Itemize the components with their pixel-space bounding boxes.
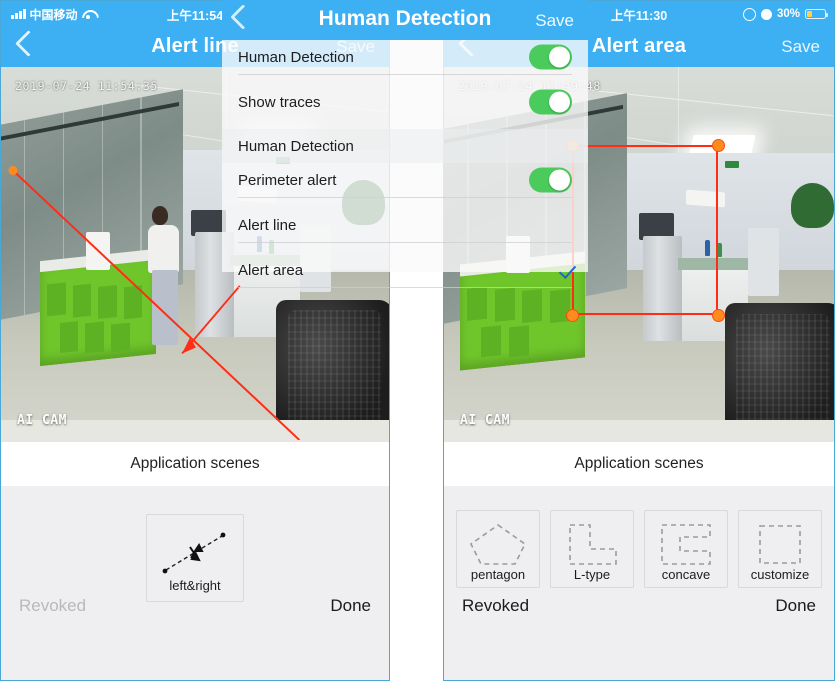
- save-button-right[interactable]: Save: [781, 37, 820, 57]
- scene-card-l-type[interactable]: L-type: [550, 510, 634, 588]
- scene-card-label: left&right: [169, 578, 221, 593]
- overlay-settings-list: Human Detection Show traces Human Detect…: [222, 40, 588, 288]
- area-handle-bottom-left[interactable]: [566, 309, 579, 322]
- settings-row-label: Human Detection: [238, 48, 354, 66]
- scenes-body-right: pentagon L-type concave customize Revoke…: [444, 486, 834, 680]
- toggle-show-traces[interactable]: [529, 89, 572, 115]
- settings-row-show-traces[interactable]: Show traces: [222, 85, 588, 119]
- scene-card-customize[interactable]: customize: [738, 510, 822, 588]
- square-shape-icon: [753, 521, 807, 567]
- scene-card-label: L-type: [573, 567, 611, 582]
- footer-actions-right: Revoked Done: [444, 596, 834, 616]
- bidirectional-line-icon: [158, 525, 232, 578]
- done-button-right[interactable]: Done: [775, 596, 816, 616]
- overlay-save-button[interactable]: Save: [535, 11, 574, 31]
- status-bar-right-group: 30%: [742, 7, 829, 21]
- settings-section-header-human-detection: Human Detection: [222, 129, 588, 163]
- scene-card-label: pentagon: [470, 567, 526, 582]
- revoke-button-right[interactable]: Revoked: [462, 596, 529, 616]
- scene-card-list-left: left&right: [1, 486, 389, 602]
- overlay-nav-bar: Human Detection Save: [222, 0, 588, 40]
- settings-row-label: Alert area: [238, 261, 304, 279]
- scene-card-pentagon[interactable]: pentagon: [456, 510, 540, 588]
- pentagon-shape-icon: [467, 521, 529, 567]
- settings-row-human-detection[interactable]: Human Detection: [222, 40, 588, 74]
- scene-card-label: customize: [750, 567, 810, 582]
- area-handle-bottom-right[interactable]: [712, 309, 725, 322]
- overlay-title: Human Detection: [318, 7, 492, 30]
- battery-percent-label: 30%: [776, 8, 800, 20]
- divider: [238, 287, 572, 288]
- scenes-body-left: left&right Revoked Done: [1, 486, 389, 680]
- checkmark-icon: [558, 261, 577, 279]
- done-button-left[interactable]: Done: [330, 596, 371, 616]
- scenes-title-right: Application scenes: [444, 442, 834, 486]
- footer-actions-left: Revoked Done: [1, 596, 389, 616]
- settings-section-label: Human Detection: [238, 137, 354, 155]
- video-timestamp-left: 2019-07-24 11:54:35: [15, 79, 158, 93]
- watermark-left: AI CAM: [17, 413, 67, 428]
- concave-shape-icon: [656, 521, 716, 567]
- watermark-right: AI CAM: [460, 413, 510, 428]
- settings-row-alert-line[interactable]: Alert line: [222, 208, 588, 242]
- settings-row-alert-area[interactable]: Alert area: [222, 253, 588, 287]
- settings-row-label: Perimeter alert: [238, 171, 337, 189]
- toggle-perimeter-alert[interactable]: [529, 167, 572, 193]
- human-detection-settings-overlay: Human Detection Save Human Detection Sho…: [222, 0, 588, 288]
- scene-card-left-right[interactable]: left&right: [146, 514, 244, 602]
- scene-card-list-right: pentagon L-type concave customize: [444, 486, 834, 588]
- battery-icon: [805, 9, 829, 19]
- scenes-title-left: Application scenes: [1, 442, 389, 486]
- alarm-icon: [760, 8, 772, 20]
- settings-row-label: Show traces: [238, 93, 321, 111]
- scene-card-label: concave: [661, 567, 711, 582]
- revoke-button-left[interactable]: Revoked: [19, 596, 86, 616]
- location-icon: [742, 7, 756, 21]
- alert-area-rectangle[interactable]: [572, 145, 718, 315]
- toggle-human-detection[interactable]: [529, 44, 572, 70]
- settings-row-perimeter-alert[interactable]: Perimeter alert: [222, 163, 588, 197]
- screenshot-stage: 中国移动 上午11:54 Alert line Save: [0, 0, 835, 681]
- area-handle-top-right[interactable]: [712, 139, 725, 152]
- scene-card-concave[interactable]: concave: [644, 510, 728, 588]
- l-shape-icon: [562, 521, 622, 567]
- settings-row-label: Alert line: [238, 216, 297, 234]
